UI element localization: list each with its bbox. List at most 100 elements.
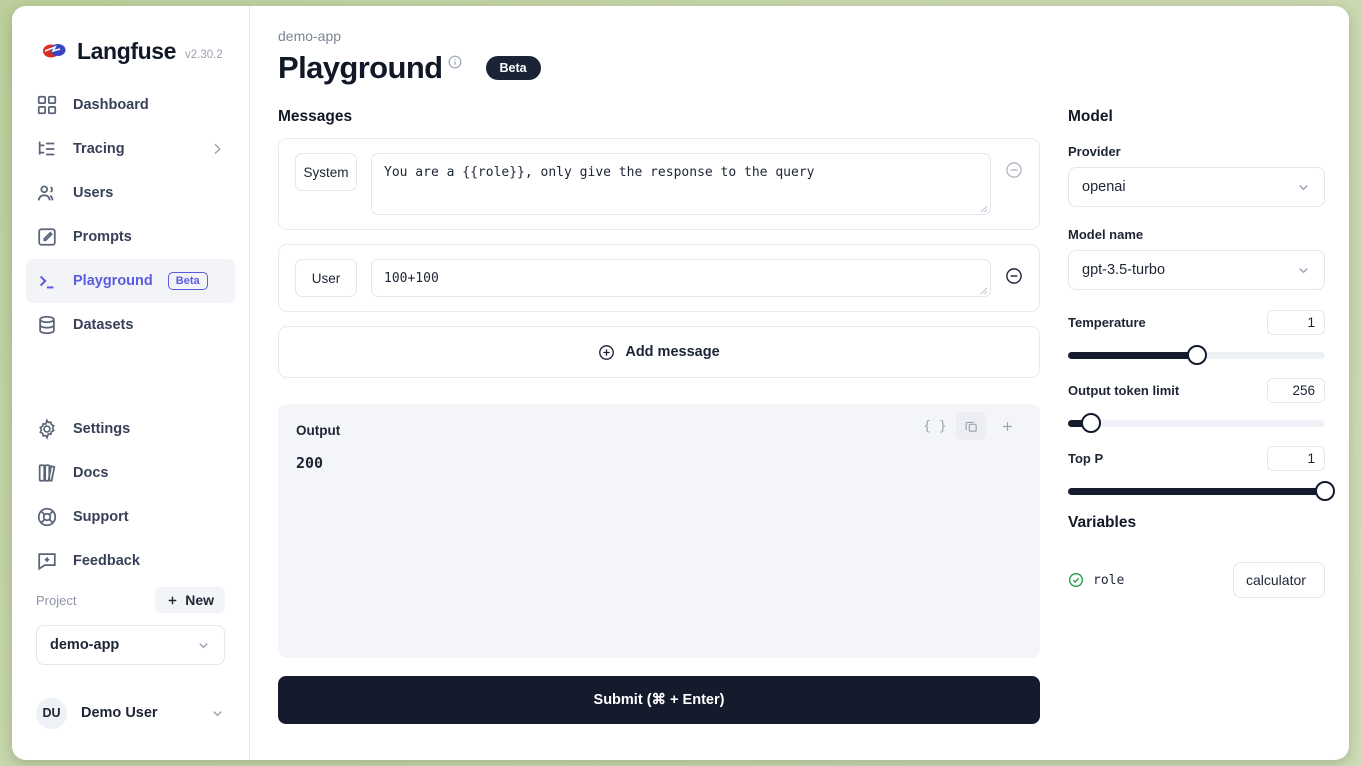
output-token-limit-value-input[interactable]: 256	[1267, 378, 1325, 403]
message-row: User 100+100	[278, 244, 1040, 312]
sidebar-item-label: Docs	[73, 465, 108, 481]
output-text: 200	[296, 454, 1022, 472]
top-p-value-input[interactable]: 1	[1267, 446, 1325, 471]
sidebar-item-tracing[interactable]: Tracing	[26, 127, 235, 171]
chevron-down-icon	[210, 706, 225, 721]
sidebar-item-settings[interactable]: Settings	[26, 407, 235, 451]
brand[interactable]: Langfuse v2.30.2	[12, 6, 249, 83]
chevron-right-icon	[209, 141, 225, 157]
message-role-button[interactable]: System	[295, 153, 357, 191]
project-selector[interactable]: demo-app	[36, 625, 225, 665]
avatar: DU	[36, 698, 67, 729]
sidebar-item-users[interactable]: Users	[26, 171, 235, 215]
remove-message-button[interactable]	[1005, 267, 1023, 285]
variable-value-input[interactable]: calculator	[1233, 562, 1325, 598]
project-label: Project	[36, 593, 76, 608]
pencil-square-icon	[36, 226, 58, 248]
output-panel: Output { }	[278, 404, 1040, 658]
resize-handle-icon[interactable]	[978, 285, 988, 295]
sidebar-item-label: Dashboard	[73, 97, 149, 113]
output-actions: { }	[920, 412, 1022, 440]
slider-thumb[interactable]	[1187, 345, 1207, 365]
breadcrumb[interactable]: demo-app	[278, 28, 1325, 44]
provider-select[interactable]: openai	[1068, 167, 1325, 207]
lifebuoy-icon	[36, 506, 58, 528]
plus-icon	[166, 594, 179, 607]
sidebar-item-label: Playground	[73, 273, 153, 289]
message-text-input[interactable]: You are a {{role}}, only give the respon…	[371, 153, 991, 215]
chevron-down-icon	[196, 638, 211, 653]
app-window: Langfuse v2.30.2 Dashboard Tracing	[12, 6, 1349, 760]
sidebar-item-label: Datasets	[73, 317, 133, 333]
provider-label: Provider	[1068, 144, 1325, 159]
slider-thumb[interactable]	[1081, 413, 1101, 433]
sidebar-item-playground[interactable]: Playground Beta	[26, 259, 235, 303]
message-text-input[interactable]: 100+100	[371, 259, 991, 297]
output-token-limit-slider[interactable]	[1068, 412, 1325, 434]
sidebar-item-docs[interactable]: Docs	[26, 451, 235, 495]
model-panel: Model Provider openai Model name gpt-3.5…	[1068, 108, 1325, 724]
top-p-label: Top P	[1068, 451, 1103, 466]
output-token-limit-label: Output token limit	[1068, 383, 1179, 398]
page-title: Playground	[278, 50, 443, 86]
sidebar-item-feedback[interactable]: Feedback	[26, 539, 235, 583]
slider-track	[1068, 420, 1325, 427]
sidebar-nav: Dashboard Tracing Users	[12, 83, 249, 583]
messages-heading: Messages	[278, 108, 1040, 126]
output-header: Output { }	[296, 420, 1022, 440]
slider-thumb[interactable]	[1315, 481, 1335, 501]
message-row: System You are a {{role}}, only give the…	[278, 138, 1040, 230]
remove-message-button[interactable]	[1005, 161, 1023, 179]
top-p-row: Top P 1	[1068, 446, 1325, 471]
title-row: Playground Beta	[278, 50, 1325, 86]
top-p-slider[interactable]	[1068, 480, 1325, 502]
temperature-row: Temperature 1	[1068, 310, 1325, 335]
sidebar-item-label: Settings	[73, 421, 130, 437]
sidebar-item-label: Tracing	[73, 141, 125, 157]
plus-icon[interactable]	[992, 412, 1022, 440]
variable-name: role	[1093, 573, 1124, 588]
add-message-button[interactable]: Add message	[278, 326, 1040, 378]
brand-name: Langfuse	[77, 40, 176, 63]
json-braces-glyph: { }	[923, 419, 946, 434]
sidebar: Langfuse v2.30.2 Dashboard Tracing	[12, 6, 250, 760]
copy-icon[interactable]	[956, 412, 986, 440]
messages-column: Messages System You are a {{role}}, only…	[278, 108, 1040, 724]
provider-value: openai	[1082, 179, 1126, 195]
message-role-button[interactable]: User	[295, 259, 357, 297]
chevron-down-icon	[1296, 180, 1311, 195]
user-menu[interactable]: DU Demo User	[12, 681, 249, 745]
variable-row: role calculator	[1068, 562, 1325, 598]
message-text: 100+100	[384, 271, 439, 286]
sidebar-item-datasets[interactable]: Datasets	[26, 303, 235, 347]
variables-heading: Variables	[1068, 514, 1325, 532]
sidebar-item-label: Users	[73, 185, 113, 201]
temperature-slider[interactable]	[1068, 344, 1325, 366]
sidebar-item-prompts[interactable]: Prompts	[26, 215, 235, 259]
book-icon	[36, 462, 58, 484]
add-message-label: Add message	[625, 344, 719, 360]
sidebar-item-dashboard[interactable]: Dashboard	[26, 83, 235, 127]
beta-badge: Beta	[486, 56, 541, 80]
plus-glyph	[1000, 419, 1015, 434]
langfuse-logo-icon	[42, 41, 68, 63]
grid-icon	[36, 94, 58, 116]
brand-version: v2.30.2	[185, 50, 223, 64]
message-text: You are a {{role}}, only give the respon…	[384, 165, 814, 180]
sidebar-item-badge: Beta	[168, 272, 208, 290]
sidebar-item-label: Prompts	[73, 229, 132, 245]
resize-handle-icon[interactable]	[978, 203, 988, 213]
sidebar-item-label: Feedback	[73, 553, 140, 569]
sidebar-item-support[interactable]: Support	[26, 495, 235, 539]
submit-button[interactable]: Submit (⌘ + Enter)	[278, 676, 1040, 724]
info-circle-icon[interactable]	[448, 55, 462, 69]
check-circle-icon	[1068, 572, 1084, 588]
message-plus-icon	[36, 550, 58, 572]
temperature-value-input[interactable]: 1	[1267, 310, 1325, 335]
model-name-select[interactable]: gpt-3.5-turbo	[1068, 250, 1325, 290]
list-tree-icon	[36, 138, 58, 160]
project-selected-value: demo-app	[50, 637, 119, 653]
model-name-label: Model name	[1068, 227, 1325, 242]
new-project-button[interactable]: New	[155, 587, 225, 613]
json-braces-icon[interactable]: { }	[920, 412, 950, 440]
